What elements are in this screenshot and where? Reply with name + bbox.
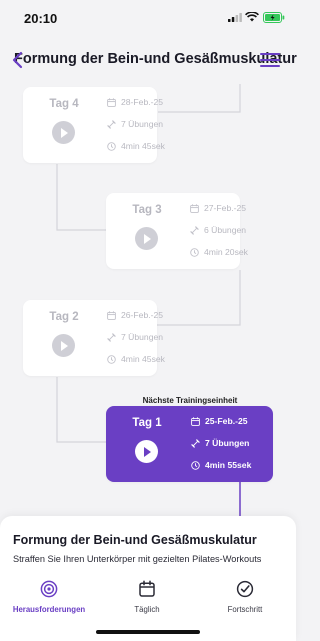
tab-progress[interactable]: Fortschritt [196, 580, 294, 614]
sheet-title: Formung der Bein-und Gesäßmuskulatur [13, 533, 257, 547]
play-icon[interactable] [135, 440, 158, 463]
tab-label: Täglich [134, 605, 160, 614]
day-duration: 4min 55sek [205, 460, 252, 470]
day-exercises: 7 Übungen [205, 438, 250, 448]
tab-challenges[interactable]: Herausforderungen [0, 580, 98, 614]
day-exercises: 6 Übungen [204, 225, 247, 235]
day-duration: 4min 45sek [121, 141, 165, 151]
tab-label: Fortschritt [227, 605, 263, 614]
day-label: Tag 1 [132, 417, 162, 429]
calendar-icon [107, 310, 116, 320]
dumbbell-icon [190, 225, 199, 235]
day-exercises: 7 Übungen [121, 332, 164, 342]
day-date: 27-Feb.-25 [204, 203, 247, 213]
calendar-icon [139, 580, 155, 597]
clock-icon [191, 460, 200, 470]
home-indicator [96, 630, 200, 634]
day-label: Tag 3 [132, 204, 162, 216]
day-label: Tag 4 [49, 98, 79, 110]
calendar-icon [191, 416, 200, 426]
calendar-icon [107, 97, 116, 107]
day-card-3[interactable]: Tag 3 27-Feb.-25 6 Übungen 4min 20sek [106, 193, 248, 269]
day-date: 26-Feb.-25 [121, 310, 164, 320]
day-label: Tag 2 [49, 311, 79, 323]
dumbbell-icon [107, 332, 116, 342]
clock-icon [107, 141, 116, 151]
day-date: 28-Feb.-25 [121, 97, 164, 107]
day-card-2[interactable]: Tag 2 26-Feb.-25 7 Übungen 4min 45sek [23, 300, 165, 376]
tab-bar: Herausforderungen Täglich Fortschritt [0, 580, 296, 630]
play-icon[interactable] [52, 121, 75, 144]
dumbbell-icon [191, 438, 200, 448]
target-icon [40, 580, 58, 598]
day-card-1[interactable]: Tag 1 25-Feb.-25 7 Übungen 4min 55sek [106, 406, 273, 482]
play-icon[interactable] [52, 334, 75, 357]
tab-daily[interactable]: Täglich [98, 580, 196, 614]
day-duration: 4min 45sek [121, 354, 165, 364]
calendar-icon [190, 203, 199, 213]
day-card-4[interactable]: Tag 4 28-Feb.-25 7 Übungen 4min 45sek [23, 87, 165, 163]
day-exercises: 7 Übungen [121, 119, 164, 129]
tab-label: Herausforderungen [12, 605, 86, 614]
dumbbell-icon [107, 119, 116, 129]
day-date: 25-Feb.-25 [205, 416, 248, 426]
day-duration: 4min 20sek [204, 247, 248, 257]
play-icon[interactable] [135, 227, 158, 250]
sheet-subtitle: Straffen Sie Ihren Unterkörper mit gezie… [13, 554, 262, 564]
clock-icon [190, 247, 199, 257]
next-session-label: Nächste Trainingseinheit [142, 396, 238, 405]
progress-icon [236, 580, 254, 598]
clock-icon [107, 354, 116, 364]
